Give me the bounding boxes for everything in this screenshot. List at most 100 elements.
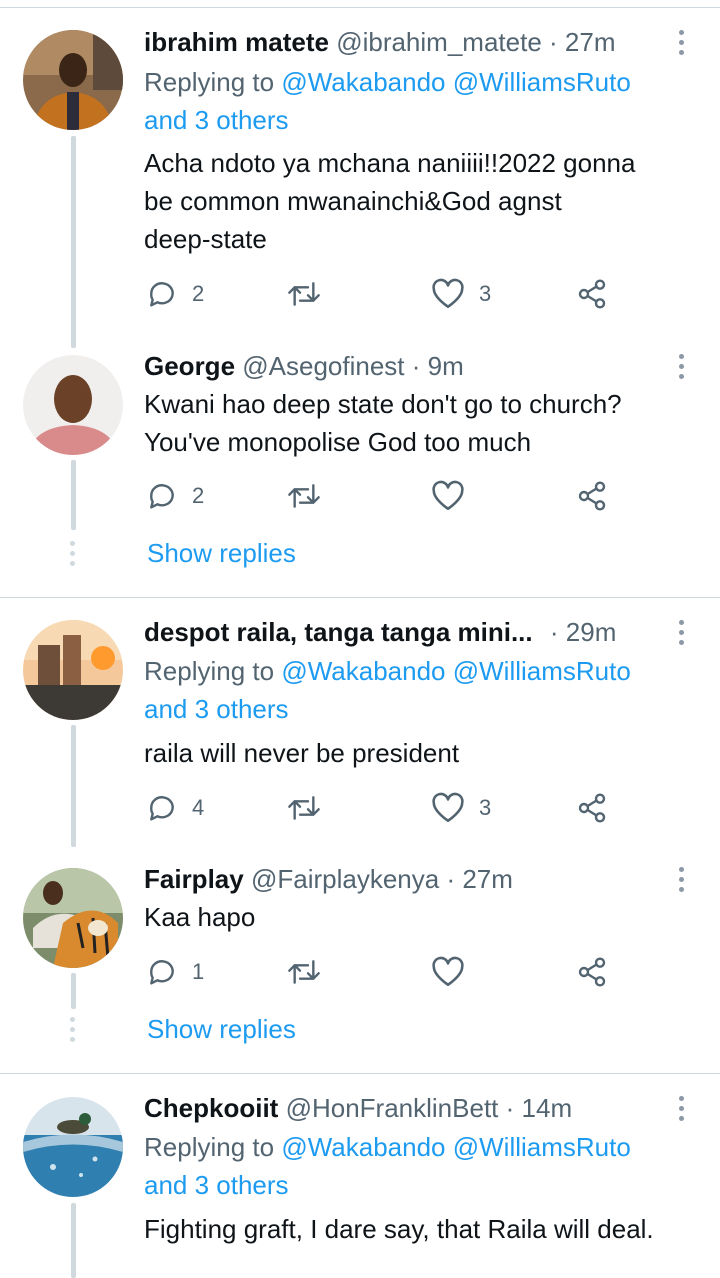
timestamp[interactable]: 27m [462,864,513,894]
replying-to-label: Replying to [144,67,282,97]
more-options-icon[interactable] [672,863,692,897]
tweet-text: Kaa hapo [144,898,704,936]
tweet-text: Acha ndoto ya mchana naniiii!!2022 gonna… [144,144,704,258]
display-name[interactable]: ibrahim matete [144,27,329,57]
mention-link[interactable]: @Wakabando [281,1132,445,1162]
share-button[interactable] [576,952,608,992]
retweet-icon [288,282,320,306]
mention-link[interactable]: @WilliamsRuto [453,1132,631,1162]
separator: · [505,1093,515,1123]
thread-line [71,973,76,1009]
display-name[interactable]: George [144,351,235,381]
mention-link[interactable]: @WilliamsRuto [453,656,631,686]
reply-button[interactable]: 4 [146,788,204,828]
avatar[interactable] [23,1097,123,1197]
avatar[interactable] [23,868,123,968]
display-name[interactable]: Fairplay [144,864,244,894]
tweet-header: despot raila, tanga tanga mini... · 29m [144,615,616,649]
like-button[interactable]: 3 [431,274,491,314]
timestamp[interactable]: 27m [565,27,616,57]
reply-button[interactable]: 2 [146,274,204,314]
avatar[interactable] [23,30,123,130]
thread-divider [0,597,720,598]
others-link[interactable]: and 3 others [144,105,289,135]
timestamp[interactable]: 9m [428,351,464,381]
thread-ellipsis [70,541,76,567]
others-link[interactable]: and 3 others [144,1170,289,1200]
retweet-icon [288,484,320,508]
retweet-button[interactable] [286,274,322,314]
retweet-button[interactable] [286,952,322,992]
separator: · [549,617,559,647]
more-options-icon[interactable] [672,616,692,650]
like-button[interactable]: 3 [431,788,491,828]
separator: · [549,27,558,57]
avatar[interactable] [23,355,123,455]
others-link[interactable]: and 3 others [144,694,289,724]
avatar[interactable] [23,620,123,720]
thread-line [71,1203,76,1278]
heart-icon [432,480,464,511]
tweet-text: raila will never be president [144,734,704,772]
more-options-icon[interactable] [672,350,692,384]
share-button[interactable] [576,476,608,516]
reply-count: 4 [192,795,205,820]
tweet-text: Fighting graft, I dare say, that Raila w… [144,1210,704,1248]
share-button[interactable] [576,274,608,314]
thread-line [71,136,76,348]
like-button[interactable] [431,476,465,516]
replying-to-label: Replying to [144,1132,282,1162]
retweet-button[interactable] [286,788,322,828]
display-name[interactable]: Chepkooiit [144,1093,278,1123]
display-name[interactable]: despot raila, tanga tanga mini... [144,617,533,647]
tweet-text-line: Fighting graft, I dare say, that Raila w… [144,1214,654,1244]
tweet-text-line: Acha ndoto ya mchana naniiii!!2022 gonna [144,148,636,178]
reply-button[interactable]: 1 [146,952,204,992]
heart-icon [432,792,464,823]
separator: · [411,351,421,381]
thread-line [71,725,76,847]
like-count: 3 [479,795,492,820]
more-options-icon[interactable] [672,1092,692,1126]
share-icon [578,481,606,511]
tweet-text-line: Kaa hapo [144,902,256,932]
tweet-text-line: Kwani hao deep state don't go to church? [144,389,622,419]
user-handle[interactable]: @HonFranklinBett [286,1093,499,1123]
tweet-text-line: be common mwanainchi&God agnst [144,186,562,216]
show-replies-link[interactable]: Show replies [147,538,296,569]
timestamp[interactable]: 29m [566,617,617,647]
heart-icon [432,956,464,987]
share-icon [578,279,606,309]
replying-to: Replying to @Wakabando @WilliamsRuto and… [144,652,684,728]
reply-icon [150,960,174,985]
mention-link[interactable]: @Wakabando [281,656,445,686]
tweet-text: Kwani hao deep state don't go to church?… [144,385,704,461]
replying-to: Replying to @Wakabando @WilliamsRuto and… [144,63,684,139]
user-handle[interactable]: @Asegofinest [242,351,404,381]
mention-link[interactable]: @Wakabando [281,67,445,97]
user-handle[interactable]: @Fairplaykenya [251,864,439,894]
mention-link[interactable]: @WilliamsRuto [453,67,631,97]
timestamp[interactable]: 14m [522,1093,573,1123]
retweet-button[interactable] [286,476,322,516]
reply-icon [150,282,174,307]
show-replies-link[interactable]: Show replies [147,1014,296,1045]
tweet-header: ibrahim matete @ibrahim_matete · 27m [144,25,616,59]
reply-count: 1 [192,959,205,984]
tweet-text-line: deep-state [144,224,267,254]
reply-icon [150,484,174,509]
reply-icon [150,796,174,821]
heart-icon [432,278,464,309]
reply-button[interactable]: 2 [146,476,204,516]
thread-line [71,460,76,530]
tweet-text-line: You've monopolise God too much [144,427,532,457]
share-icon [578,793,606,823]
like-button[interactable] [431,952,465,992]
user-handle[interactable]: @ibrahim_matete [336,27,542,57]
separator: · [446,864,456,894]
tweet-text-line: raila will never be president [144,738,460,768]
share-button[interactable] [576,788,608,828]
more-options-icon[interactable] [672,26,692,60]
share-icon [578,957,606,987]
top-divider [0,7,720,8]
